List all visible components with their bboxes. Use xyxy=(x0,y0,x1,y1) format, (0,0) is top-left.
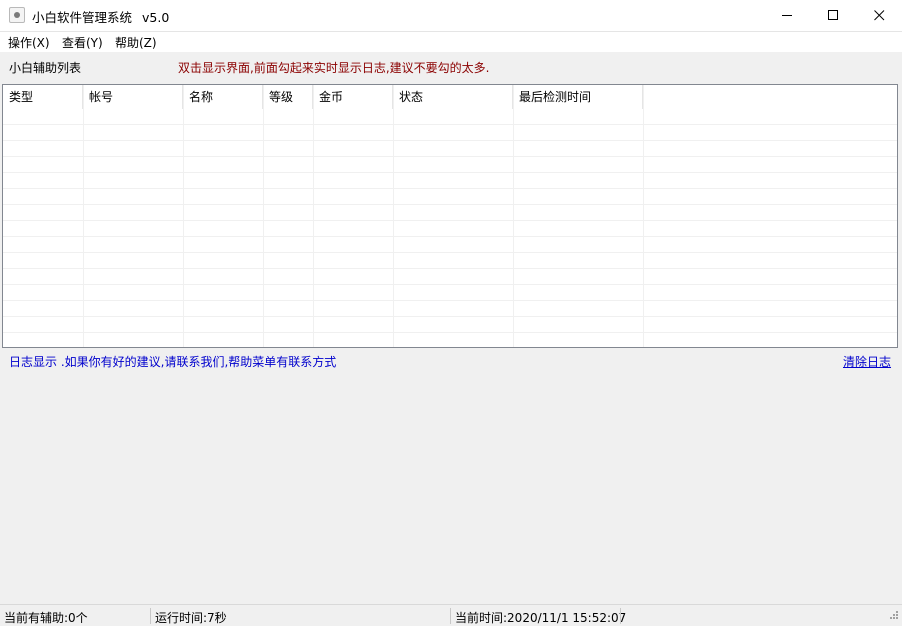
column-header-name[interactable]: 名称 xyxy=(183,85,263,109)
app-version: v5.0 xyxy=(142,10,170,25)
title-bar[interactable]: 小白软件管理系统 v5.0 xyxy=(0,0,902,32)
table-row[interactable] xyxy=(3,221,897,237)
table-row[interactable] xyxy=(3,285,897,301)
status-bar: 当前有辅助:0个 运行时间:7秒 当前时间:2020/11/1 15:52:07 xyxy=(0,604,902,626)
maximize-button[interactable] xyxy=(810,0,856,31)
minimize-icon xyxy=(782,15,792,16)
status-current-time: 当前时间:2020/11/1 15:52:07 xyxy=(455,611,627,625)
list-hint: 双击显示界面,前面勾起来实时显示日志,建议不要勾的太多. xyxy=(178,61,490,75)
column-header-type[interactable]: 类型 xyxy=(3,85,83,109)
menu-help[interactable]: 帮助(Z) xyxy=(115,34,157,51)
menu-operate[interactable]: 操作(X) xyxy=(8,34,50,51)
table-row[interactable] xyxy=(3,141,897,157)
menu-bar: 操作(X) 查看(Y) 帮助(Z) xyxy=(0,32,902,52)
column-header-level[interactable]: 等级 xyxy=(263,85,313,109)
menu-view[interactable]: 查看(Y) xyxy=(62,34,103,51)
status-runtime: 运行时间:7秒 xyxy=(155,611,227,625)
maximize-icon xyxy=(828,10,838,20)
minimize-button[interactable] xyxy=(764,0,810,31)
table-row[interactable] xyxy=(3,125,897,141)
log-title: 日志显示 .如果你有好的建议,请联系我们,帮助菜单有联系方式 xyxy=(9,355,337,369)
column-header-last-check-time[interactable]: 最后检测时间 xyxy=(513,85,643,109)
status-divider xyxy=(150,608,151,624)
close-button[interactable] xyxy=(856,0,902,31)
column-header-gold[interactable]: 金币 xyxy=(313,85,393,109)
table-header: 类型 帐号 名称 等级 金币 状态 最后检测时间 xyxy=(3,85,897,109)
column-header-account[interactable]: 帐号 xyxy=(83,85,183,109)
table-row[interactable] xyxy=(3,157,897,173)
clear-log-link[interactable]: 清除日志 xyxy=(843,353,891,370)
window-title: 小白软件管理系统 v5.0 xyxy=(32,7,169,26)
assistant-list-table[interactable]: 类型 帐号 名称 等级 金币 状态 最后检测时间 xyxy=(2,84,898,348)
status-assistant-count: 当前有辅助:0个 xyxy=(4,611,88,625)
table-row[interactable] xyxy=(3,109,897,125)
table-row[interactable] xyxy=(3,173,897,189)
table-row[interactable] xyxy=(3,189,897,205)
table-row[interactable] xyxy=(3,205,897,221)
log-area[interactable] xyxy=(2,372,898,600)
app-title: 小白软件管理系统 xyxy=(32,10,133,25)
table-row[interactable] xyxy=(3,253,897,269)
table-row[interactable] xyxy=(3,269,897,285)
close-icon xyxy=(874,10,885,21)
table-row[interactable] xyxy=(3,317,897,333)
resize-grip-icon[interactable] xyxy=(887,611,899,623)
status-divider xyxy=(450,608,451,624)
status-divider xyxy=(620,608,621,624)
assistant-list-label: 小白辅助列表 xyxy=(9,61,82,75)
app-icon[interactable] xyxy=(9,7,25,23)
table-row[interactable] xyxy=(3,237,897,253)
column-header-status[interactable]: 状态 xyxy=(393,85,513,109)
table-row[interactable] xyxy=(3,301,897,317)
table-row[interactable] xyxy=(3,333,897,347)
